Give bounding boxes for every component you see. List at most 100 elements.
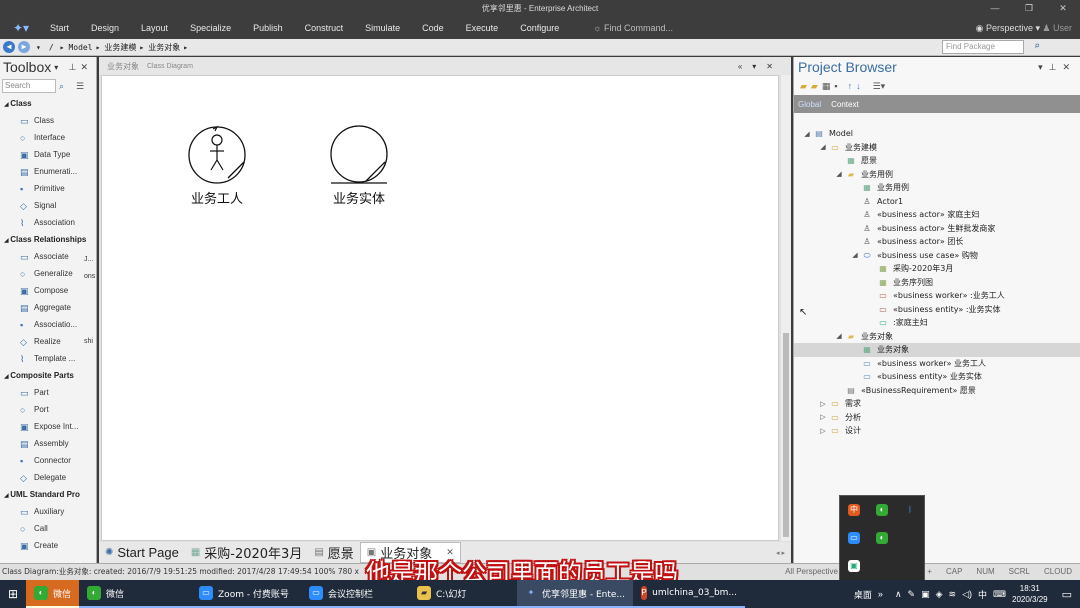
menu-code[interactable]: Code	[414, 23, 458, 33]
app-tray-icon[interactable]: ▣	[921, 589, 930, 600]
tree-node[interactable]: ◢ ⬭ «business use case» 购物	[794, 249, 1080, 263]
new-package-icon[interactable]: ▰	[800, 81, 807, 92]
expand-toggle-icon[interactable]: ◢	[802, 130, 812, 138]
search-icon[interactable]: ⌕	[59, 81, 64, 92]
tree-node[interactable]: ◢ ▤ Model	[794, 127, 1080, 141]
tree-node[interactable]: ♙ «business actor» 生鲜批发商家	[794, 222, 1080, 236]
forward-icon[interactable]: ▶	[18, 41, 30, 53]
shield-icon[interactable]: ◈	[936, 589, 943, 600]
toolbox-section-header[interactable]: ◢ Class	[0, 95, 96, 112]
expand-toggle-icon[interactable]: ◢	[834, 170, 844, 178]
tree-node[interactable]: ▭ «business entity» 业务实体	[794, 370, 1080, 384]
breadcrumb-model[interactable]: Model	[68, 43, 92, 52]
tree-node[interactable]: ▦ 业务序列图	[794, 276, 1080, 290]
toolbox-item[interactable]: ◇ Signal	[0, 197, 96, 214]
tree-node[interactable]: ▭:家庭主妇	[794, 316, 1080, 330]
ime-icon[interactable]: 中	[848, 504, 860, 516]
tree-node[interactable]: ▦ 愿景	[794, 154, 1080, 168]
tree-node[interactable]: ♙ «business actor» 家庭主妇	[794, 208, 1080, 222]
toolbox-item[interactable]: ▭ Auxiliary	[0, 503, 96, 520]
toolbox-item[interactable]: ▪ Connector	[0, 452, 96, 469]
user-button[interactable]: ♟ User	[1042, 23, 1072, 34]
toolbox-item[interactable]: ▭ Class	[0, 112, 96, 129]
taskbar-app-wechat[interactable]: ◐ 微信	[26, 580, 80, 608]
tree-node[interactable]: ▤ «BusinessRequirement» 愿景	[794, 384, 1080, 398]
menu-specialize[interactable]: Specialize	[182, 23, 245, 33]
taskbar-app-powerpoint[interactable]: Pumlchina_03_bm...	[633, 580, 746, 608]
desktop-toolbar[interactable]: 桌面	[854, 588, 872, 601]
toolbox-item[interactable]: ○ Port	[0, 401, 96, 418]
app-tray-icon[interactable]: ▣	[848, 560, 860, 572]
notification-icon[interactable]: ▭	[1062, 588, 1072, 601]
wechat-icon[interactable]: ◐	[876, 504, 888, 516]
chevron-right-icon[interactable]: »	[878, 589, 883, 599]
toolbox-item[interactable]: ⌇ Template ...	[0, 350, 96, 367]
tree-node[interactable]: ▭ «business entity» :业务实体	[794, 303, 1080, 317]
breadcrumb-root[interactable]: /	[49, 43, 54, 52]
toolbox-item[interactable]: ▣ Data Type	[0, 146, 96, 163]
tree-node[interactable]: ▭ «business worker» 业务工人	[794, 357, 1080, 371]
tree-node[interactable]: ▭ «business worker» :业务工人	[794, 289, 1080, 303]
pen-icon[interactable]: ✎	[908, 589, 916, 600]
tree-node[interactable]: ▦ 采购-2020年3月	[794, 262, 1080, 276]
toolbox-item[interactable]: ▣ Expose Int...	[0, 418, 96, 435]
expand-toggle-icon[interactable]: ◢	[850, 251, 860, 259]
tree-node[interactable]: ◢ ▭ 业务建模	[794, 141, 1080, 155]
breadcrumb-dropdown-icon[interactable]: ▾	[36, 43, 41, 52]
breadcrumb-business-modeling[interactable]: 业务建模	[104, 42, 136, 53]
keyboard-icon[interactable]: ⌨	[993, 589, 1006, 600]
tree-node[interactable]: ♙ Actor1	[794, 195, 1080, 209]
menu-icon[interactable]: ☰▾	[873, 81, 886, 92]
back-icon[interactable]: ◀	[3, 41, 15, 53]
menu-icon[interactable]: ☰	[76, 81, 84, 92]
menu-start[interactable]: Start	[42, 23, 83, 33]
restore-icon[interactable]: ❐	[1012, 0, 1046, 17]
panel-controls[interactable]: ▾⊥✕	[1038, 62, 1080, 73]
expand-toggle-icon[interactable]: ▷	[818, 413, 828, 421]
toolbox-item[interactable]: ▭ Part	[0, 384, 96, 401]
toolbox-item[interactable]: ○ Call	[0, 520, 96, 537]
toolbox-item[interactable]: ▪ Associatio...	[0, 316, 96, 333]
app-logo-icon[interactable]: ✦▾	[0, 21, 42, 35]
tree-node[interactable]: ▦ 业务用例	[794, 181, 1080, 195]
minimize-icon[interactable]: —	[978, 0, 1012, 17]
scrollbar-thumb[interactable]	[783, 333, 789, 537]
wifi-icon[interactable]: ≋	[949, 589, 957, 600]
vertical-scrollbar[interactable]	[781, 75, 791, 541]
tree-node[interactable]: ▷ ▭ 需求	[794, 397, 1080, 411]
toolbox-item[interactable]: ◇ Realize	[0, 333, 96, 350]
volume-icon[interactable]: ◁)	[962, 589, 972, 600]
find-command-input[interactable]: ☼ Find Command...	[593, 23, 673, 33]
toolbox-item[interactable]: ▪ Primitive	[0, 180, 96, 197]
expand-toggle-icon[interactable]: ▷	[818, 400, 828, 408]
toolbox-section-header[interactable]: ◢ Composite Parts	[0, 367, 96, 384]
move-up-icon[interactable]: ↑	[848, 81, 853, 91]
toolbox-section-header[interactable]: ◢ UML Standard Pro	[0, 486, 96, 503]
toolbox-item[interactable]: ▭ Associate	[0, 248, 96, 265]
wechat-icon[interactable]: ◐	[876, 532, 888, 544]
toolbox-item[interactable]: ▤ Aggregate	[0, 299, 96, 316]
tree-node[interactable]: ▷ ▭ 设计	[794, 424, 1080, 438]
tab-global[interactable]: Global	[798, 100, 821, 109]
chevron-up-icon[interactable]: ∧	[895, 589, 902, 600]
perspective-button[interactable]: ◉ Perspective ▾	[976, 23, 1040, 34]
toolbox-item[interactable]: ▤ Assembly	[0, 435, 96, 452]
new-diagram-icon[interactable]: ▦	[822, 81, 831, 92]
close-icon[interactable]: ✕	[1046, 0, 1080, 17]
expand-toggle-icon[interactable]: ◢	[818, 143, 828, 151]
tab-vision[interactable]: ▤ 愿景	[308, 543, 359, 562]
menu-construct[interactable]: Construct	[297, 23, 358, 33]
taskbar-app-wechat-2[interactable]: ◐ 微信	[79, 580, 192, 608]
expand-toggle-icon[interactable]: ▷	[818, 427, 828, 435]
new-folder-icon[interactable]: ▰	[811, 81, 818, 92]
system-clock[interactable]: 18:31 2020/3/29	[1012, 583, 1048, 605]
new-element-icon[interactable]: ▪	[834, 81, 837, 91]
business-entity-element[interactable]: 业务实体	[324, 124, 394, 207]
tree-node[interactable]: ◢ ▰ 业务对象	[794, 330, 1080, 344]
toolbox-item[interactable]: ⌇ Association	[0, 214, 96, 231]
menu-simulate[interactable]: Simulate	[357, 23, 414, 33]
tab-start-page[interactable]: ✺ Start Page	[99, 545, 185, 560]
toolbox-item[interactable]: ▤ Enumerati...	[0, 163, 96, 180]
taskbar-app-meeting-controls[interactable]: ▭ 会议控制栏	[301, 580, 410, 608]
menu-configure[interactable]: Configure	[512, 23, 573, 33]
